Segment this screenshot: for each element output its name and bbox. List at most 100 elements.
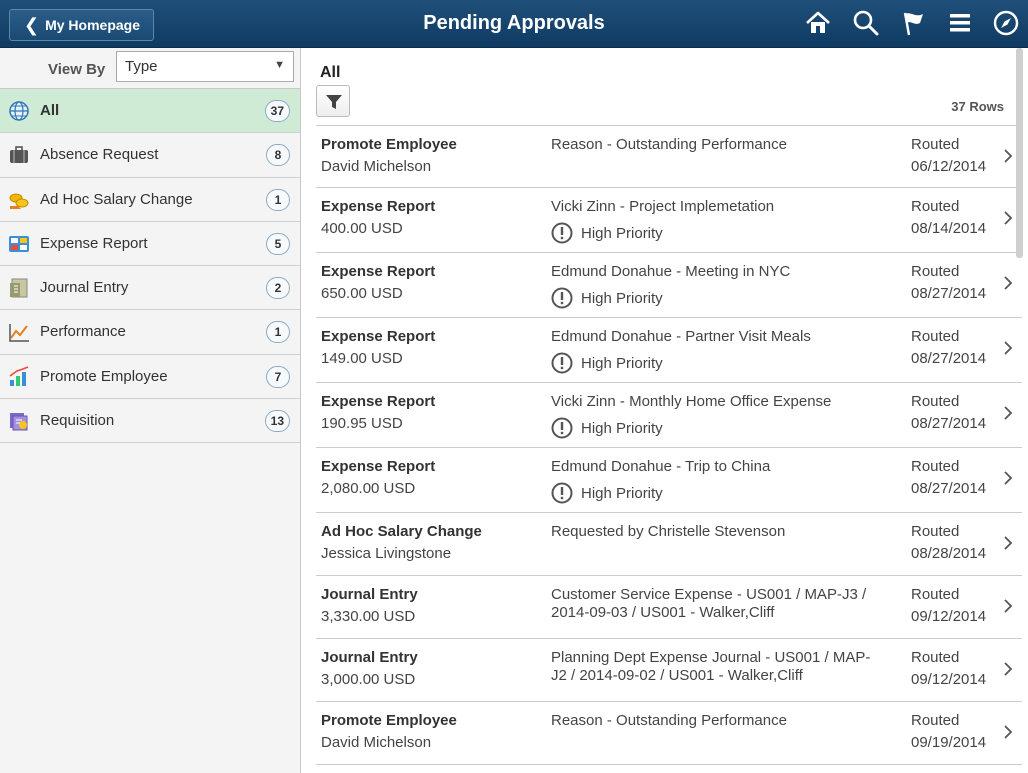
item-description: Edmund Donahue - Partner Visit Meals bbox=[551, 328, 811, 345]
item-type: Expense Report bbox=[321, 198, 436, 215]
item-description: Vicki Zinn - Monthly Home Office Expense bbox=[551, 393, 832, 410]
item-status: Routed bbox=[911, 263, 960, 280]
count-badge: 1 bbox=[266, 321, 290, 344]
priority-label: High Priority bbox=[581, 354, 663, 372]
priority-label: High Priority bbox=[581, 484, 663, 502]
item-type: Expense Report bbox=[321, 458, 436, 475]
sidebar-item-ad-hoc-salary-change[interactable]: Ad Hoc Salary Change 1 bbox=[0, 178, 300, 222]
sidebar-item-journal-entry[interactable]: Journal Entry 2 bbox=[0, 266, 300, 311]
home-icon[interactable] bbox=[804, 9, 832, 37]
requisition-icon bbox=[8, 410, 30, 432]
filter-icon bbox=[326, 95, 342, 109]
sidebar-item-requisition[interactable]: Requisition 13 bbox=[0, 399, 300, 444]
item-date: 08/28/2014 bbox=[911, 545, 987, 562]
list-item[interactable]: Ad Hoc Salary Change Jessica Livingstone R… bbox=[316, 513, 1022, 576]
item-type: Expense Report bbox=[321, 328, 436, 345]
bar-chart-icon bbox=[8, 366, 30, 388]
sidebar-item-label: Ad Hoc Salary Change bbox=[40, 190, 193, 208]
priority-label: High Priority bbox=[581, 419, 663, 437]
view-by-label: View By bbox=[48, 61, 106, 78]
item-type: Expense Report bbox=[321, 393, 436, 410]
priority-indicator: High Priority bbox=[551, 287, 663, 309]
item-type: Journal Entry bbox=[321, 586, 418, 603]
filter-button[interactable] bbox=[316, 85, 350, 117]
sidebar-item-expense-report[interactable]: Expense Report 5 bbox=[0, 222, 300, 267]
sidebar-item-label: All bbox=[40, 102, 60, 119]
coins-icon bbox=[8, 189, 30, 211]
scrollbar[interactable] bbox=[1016, 48, 1023, 258]
list-item[interactable]: Promote Employee David Michelson Reason - … bbox=[316, 126, 1022, 188]
exclamation-icon bbox=[551, 222, 573, 244]
sidebar-item-label: Performance bbox=[40, 323, 126, 341]
sidebar-item-all[interactable]: All 37 bbox=[0, 89, 300, 134]
item-status: Routed bbox=[911, 523, 960, 540]
list-title: All bbox=[320, 64, 341, 81]
priority-indicator: High Priority bbox=[551, 417, 663, 439]
item-status: Routed bbox=[911, 712, 960, 729]
list-item[interactable]: Expense Report 650.00 USD Edmund Donahue -… bbox=[316, 253, 1022, 318]
item-subtitle: Jessica Livingstone bbox=[321, 545, 452, 562]
chevron-right-icon bbox=[1002, 659, 1014, 679]
list-item[interactable]: Journal Entry 3,000.00 USD Planning Dept E… bbox=[316, 639, 1022, 702]
item-type: Journal Entry bbox=[321, 649, 418, 666]
view-by-select[interactable]: Type ▼ bbox=[116, 51, 294, 82]
priority-indicator: High Priority bbox=[551, 482, 663, 504]
approvals-list: Promote Employee David Michelson Reason - … bbox=[316, 125, 1022, 765]
item-description: Requested by Christelle Stevenson bbox=[551, 523, 786, 540]
sidebar-item-promote-employee[interactable]: Promote Employee 7 bbox=[0, 355, 300, 400]
journal-icon bbox=[8, 277, 30, 299]
sidebar-item-performance[interactable]: Performance 1 bbox=[0, 310, 300, 355]
priority-label: High Priority bbox=[581, 224, 663, 242]
exclamation-icon bbox=[551, 352, 573, 374]
item-description: Planning Dept Expense Journal - US001 / … bbox=[551, 649, 871, 684]
item-status: Routed bbox=[911, 393, 960, 410]
top-banner: ❮ My Homepage Pending Approvals bbox=[0, 0, 1028, 48]
approvals-panel: All 37 Rows Promote Employee David Michel… bbox=[302, 48, 1022, 773]
back-button-label: My Homepage bbox=[45, 17, 141, 33]
item-type: Promote Employee bbox=[321, 136, 457, 153]
search-icon[interactable] bbox=[852, 9, 880, 37]
expense-icon bbox=[8, 233, 30, 255]
item-status: Routed bbox=[911, 586, 960, 603]
briefcase-icon bbox=[8, 144, 30, 166]
sidebar-item-label: Requisition bbox=[40, 412, 115, 430]
item-description: Edmund Donahue - Meeting in NYC bbox=[551, 263, 791, 280]
sidebar-item-absence-request[interactable]: Absence Request 8 bbox=[0, 133, 300, 178]
globe-icon bbox=[8, 100, 30, 122]
flag-icon[interactable] bbox=[899, 9, 927, 37]
item-type: Promote Employee bbox=[321, 712, 457, 729]
item-subtitle: 400.00 USD bbox=[321, 220, 403, 237]
menu-icon[interactable] bbox=[946, 9, 974, 37]
line-chart-icon bbox=[8, 321, 30, 343]
rows-count: 37 Rows bbox=[951, 99, 1004, 114]
chevron-right-icon bbox=[1002, 273, 1014, 293]
item-subtitle: 190.95 USD bbox=[321, 415, 403, 432]
back-to-homepage-button[interactable]: ❮ My Homepage bbox=[9, 9, 154, 41]
item-description: Reason - Outstanding Performance bbox=[551, 712, 787, 729]
list-item[interactable]: Expense Report 149.00 USD Edmund Donahue -… bbox=[316, 318, 1022, 383]
item-date: 08/27/2014 bbox=[911, 285, 987, 302]
priority-indicator: High Priority bbox=[551, 352, 663, 374]
item-date: 08/27/2014 bbox=[911, 480, 987, 497]
list-item[interactable]: Expense Report 2,080.00 USD Edmund Donahue… bbox=[316, 448, 1022, 513]
sidebar-item-label: Journal Entry bbox=[40, 279, 129, 297]
category-list: All 37 Absence Request 8 Ad Hoc Salary C… bbox=[0, 88, 300, 444]
item-status: Routed bbox=[911, 198, 960, 215]
item-date: 08/27/2014 bbox=[911, 350, 987, 367]
compass-icon[interactable] bbox=[992, 9, 1020, 37]
list-item[interactable]: Promote Employee David Michelson Reason - … bbox=[316, 702, 1022, 765]
list-item[interactable]: Journal Entry 3,330.00 USD Customer Servic… bbox=[316, 576, 1022, 639]
item-date: 08/27/2014 bbox=[911, 415, 987, 432]
count-badge: 37 bbox=[264, 100, 290, 122]
count-badge: 13 bbox=[264, 410, 290, 433]
item-subtitle: 149.00 USD bbox=[321, 350, 403, 367]
item-date: 06/12/2014 bbox=[911, 158, 987, 175]
sidebar-item-label: Absence Request bbox=[40, 146, 159, 164]
chevron-right-icon bbox=[1002, 468, 1014, 488]
list-item[interactable]: Expense Report 400.00 USD Vicki Zinn - Pro… bbox=[316, 188, 1022, 253]
item-date: 08/14/2014 bbox=[911, 220, 987, 237]
list-item[interactable]: Expense Report 190.95 USD Vicki Zinn - Mon… bbox=[316, 383, 1022, 448]
view-by-value: Type bbox=[125, 58, 158, 75]
priority-label: High Priority bbox=[581, 289, 663, 307]
item-type: Ad Hoc Salary Change bbox=[321, 523, 482, 540]
